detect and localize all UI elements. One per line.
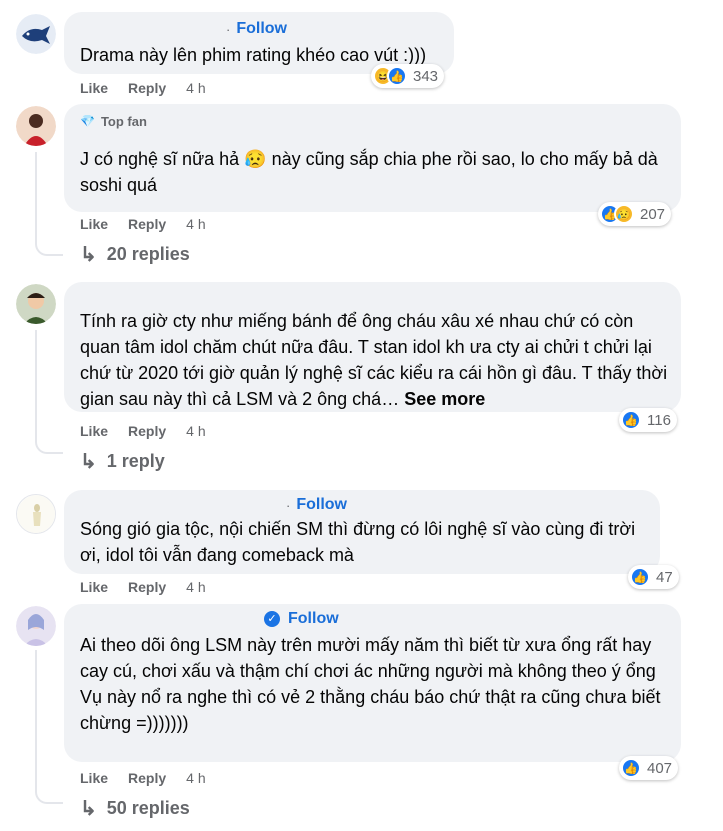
like-icon: 👍	[621, 410, 641, 430]
follow-button[interactable]: Follow	[296, 496, 347, 514]
comment-text: J có nghệ sĩ nữa hả 😥 này cũng sắp chia …	[80, 149, 658, 195]
thread-line	[35, 330, 37, 440]
timestamp[interactable]: 4 h	[186, 423, 205, 439]
comment-bubble: 💎 Top fan J có nghệ sĩ nữa hả 😥 này cũng…	[64, 104, 681, 212]
comment-bubble: Tính ra giờ cty như miếng bánh để ông ch…	[64, 282, 681, 412]
author-row: · Follow	[80, 496, 644, 514]
thread-connector	[35, 236, 63, 256]
comment-actions: Like Reply 4 h	[80, 423, 206, 439]
reactions-summary[interactable]: 😆 👍 343	[371, 64, 445, 88]
sad-icon: 😥	[614, 204, 634, 224]
timestamp[interactable]: 4 h	[186, 770, 205, 786]
comment-text: Sóng gió gia tộc, nội chiến SM thì đừng …	[80, 519, 636, 565]
reactions-summary[interactable]: 👍 😥 207	[598, 202, 672, 226]
reply-button[interactable]: Reply	[128, 579, 166, 595]
like-button[interactable]: Like	[80, 216, 108, 232]
like-button[interactable]: Like	[80, 423, 108, 439]
like-button[interactable]: Like	[80, 770, 108, 786]
author-row: · Follow	[80, 20, 438, 38]
timestamp[interactable]: 4 h	[186, 80, 205, 96]
reactions-summary[interactable]: 👍 407	[619, 756, 679, 780]
timestamp[interactable]: 4 h	[186, 216, 205, 232]
reply-button[interactable]: Reply	[128, 216, 166, 232]
author-name-redacted	[80, 24, 220, 34]
author-row: ✓ Follow	[80, 610, 665, 628]
reaction-count: 407	[647, 759, 673, 777]
view-replies-button[interactable]: ↳ 50 replies	[80, 796, 190, 821]
see-more-button[interactable]: See more	[404, 389, 485, 409]
verified-badge-icon: ✓	[264, 611, 280, 627]
reactions-summary[interactable]: 👍 47	[628, 565, 679, 589]
thread-line	[35, 650, 37, 790]
like-button[interactable]: Like	[80, 80, 108, 96]
reaction-count: 343	[413, 67, 439, 85]
reply-button[interactable]: Reply	[128, 423, 166, 439]
avatar[interactable]	[16, 606, 56, 646]
avatar[interactable]	[16, 494, 56, 534]
reactions-summary[interactable]: 👍 116	[619, 408, 677, 432]
gem-icon: 💎	[80, 114, 95, 128]
view-replies-button[interactable]: ↳ 1 reply	[80, 449, 165, 474]
view-replies-button[interactable]: ↳ 20 replies	[80, 242, 190, 267]
like-icon: 👍	[630, 567, 650, 587]
reply-button[interactable]: Reply	[128, 770, 166, 786]
comment-bubble: ✓ Follow Ai theo dõi ông LSM này trên mư…	[64, 604, 681, 762]
timestamp[interactable]: 4 h	[186, 579, 205, 595]
author-name-redacted	[80, 500, 280, 510]
follow-button[interactable]: Follow	[288, 610, 339, 628]
avatar[interactable]	[16, 14, 56, 54]
author-name-redacted	[80, 614, 264, 624]
follow-button[interactable]: Follow	[236, 20, 287, 38]
reply-arrow-icon: ↳	[80, 244, 97, 266]
comment-actions: Like Reply 4 h	[80, 216, 206, 232]
reply-arrow-icon: ↳	[80, 451, 97, 473]
thread-connector	[35, 434, 63, 454]
comment-text: Tính ra giờ cty như miếng bánh để ông ch…	[80, 311, 668, 409]
like-icon: 👍	[621, 758, 641, 778]
reaction-count: 116	[647, 411, 671, 429]
reaction-count: 47	[656, 568, 673, 586]
comment-text-line-1: Ai theo dõi ông LSM này trên mười mấy nă…	[80, 635, 656, 681]
comment-text-line-2: Vụ này nổ ra nghe thì có vẻ 2 thằng cháu…	[80, 687, 661, 733]
like-icon: 👍	[387, 66, 407, 86]
reaction-count: 207	[640, 205, 666, 223]
reply-button[interactable]: Reply	[128, 80, 166, 96]
avatar[interactable]	[16, 284, 56, 324]
comment-actions: Like Reply 4 h	[80, 579, 206, 595]
comment-actions: Like Reply 4 h	[80, 80, 206, 96]
comment-actions: Like Reply 4 h	[80, 770, 206, 786]
thread-connector	[35, 784, 63, 804]
top-fan-badge: 💎 Top fan	[80, 113, 147, 129]
comment-bubble: · Follow Sóng gió gia tộc, nội chiến SM …	[64, 490, 660, 574]
thread-line	[35, 152, 37, 242]
reply-arrow-icon: ↳	[80, 798, 97, 820]
like-button[interactable]: Like	[80, 579, 108, 595]
avatar[interactable]	[16, 106, 56, 146]
